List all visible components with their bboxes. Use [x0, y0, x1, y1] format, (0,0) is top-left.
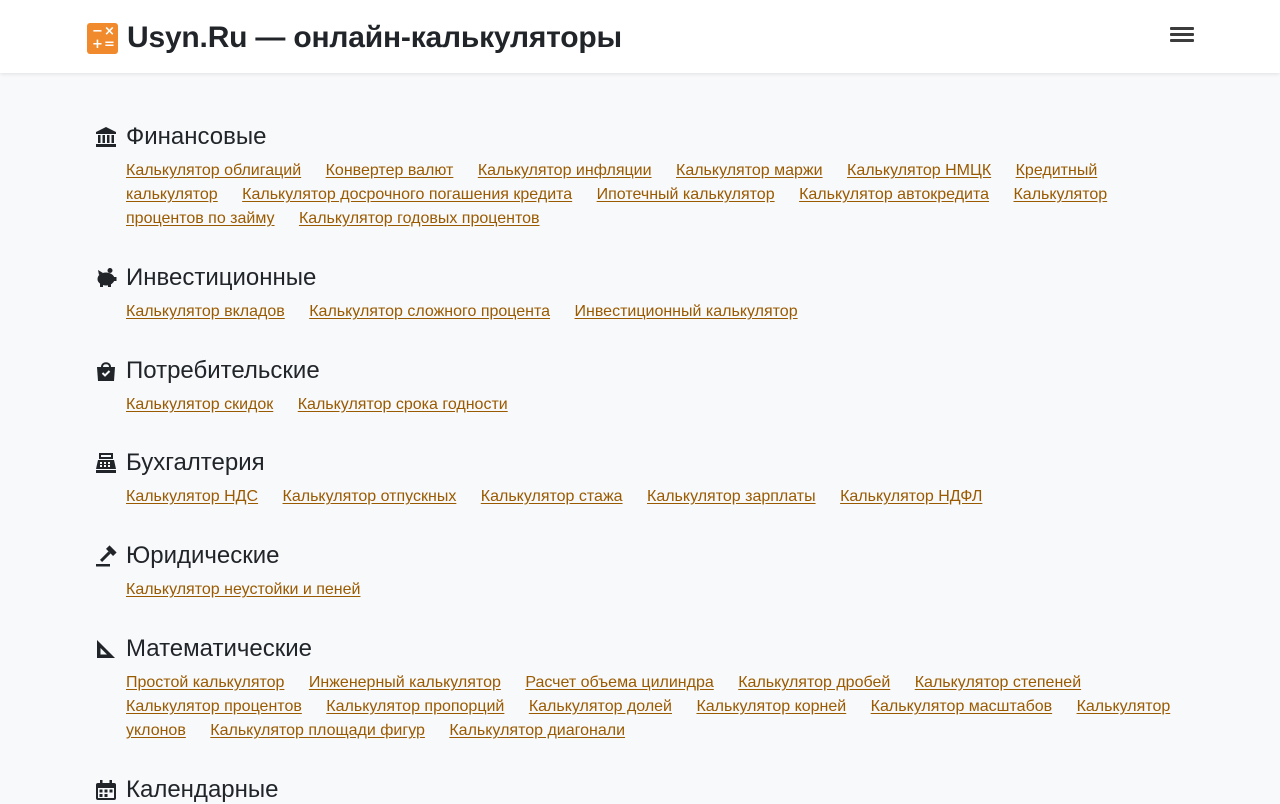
category-links: Калькулятор неустойки и пеней — [126, 578, 1186, 602]
calc-link-currency[interactable]: Конвертер валют — [326, 162, 454, 179]
calc-link-vat[interactable]: Калькулятор НДС — [126, 488, 258, 505]
calc-link-bonds[interactable]: Калькулятор облигаций — [126, 162, 301, 179]
category-title: Математические — [126, 635, 312, 662]
calendar-icon — [95, 779, 117, 801]
category-title: Инвестиционные — [126, 264, 317, 291]
calc-link-percentages[interactable]: Калькулятор процентов — [126, 698, 302, 715]
calc-link-deposits[interactable]: Калькулятор вкладов — [126, 303, 285, 320]
calc-link-inflation[interactable]: Калькулятор инфляции — [478, 162, 652, 179]
shopping-bag-icon — [95, 360, 117, 382]
gavel-icon — [95, 545, 117, 567]
category-title: Юридические — [126, 542, 280, 569]
calc-link-margin[interactable]: Калькулятор маржи — [676, 162, 823, 179]
calc-link-seniority[interactable]: Калькулятор стажа — [481, 488, 623, 505]
category-title: Потребительские — [126, 357, 320, 384]
category-links: Простой калькулятор Инженерный калькулят… — [126, 671, 1186, 743]
calc-link-expiry[interactable]: Калькулятор срока годности — [298, 396, 508, 413]
site-header: − × + = Usyn.Ru — онлайн-калькуляторы — [0, 0, 1280, 73]
calc-link-proportions[interactable]: Калькулятор пропорций — [326, 698, 504, 715]
cash-register-icon — [95, 452, 117, 474]
calc-link-fractions[interactable]: Калькулятор дробей — [738, 674, 890, 691]
category-title: Бухгалтерия — [126, 449, 265, 476]
calc-link-salary[interactable]: Калькулятор зарплаты — [647, 488, 816, 505]
category-links: Калькулятор вкладов Калькулятор сложного… — [126, 300, 1186, 324]
calc-link-nmck[interactable]: Калькулятор НМЦК — [847, 162, 991, 179]
calc-link-shape-area[interactable]: Калькулятор площади фигур — [210, 722, 425, 739]
calc-link-penalties[interactable]: Калькулятор неустойки и пеней — [126, 581, 360, 598]
category-links: Калькулятор облигаций Конвертер валют Ка… — [126, 159, 1186, 231]
calc-link-scales[interactable]: Калькулятор масштабов — [871, 698, 1052, 715]
hamburger-menu-icon[interactable] — [1168, 23, 1196, 45]
calc-link-mortgage[interactable]: Ипотечный калькулятор — [597, 186, 775, 203]
calc-link-vacation-pay[interactable]: Калькулятор отпускных — [283, 488, 457, 505]
category-links: Калькулятор НДС Калькулятор отпускных Ка… — [126, 485, 1186, 509]
calc-link-compound-interest[interactable]: Калькулятор сложного процента — [309, 303, 550, 320]
calc-link-diagonal[interactable]: Калькулятор диагонали — [449, 722, 625, 739]
site-title[interactable]: Usyn.Ru — онлайн-калькуляторы — [127, 21, 622, 55]
calc-link-early-repayment[interactable]: Калькулятор досрочного погашения кредита — [242, 186, 572, 203]
calc-link-roots[interactable]: Калькулятор корней — [696, 698, 846, 715]
calc-link-ndfl[interactable]: Калькулятор НДФЛ — [840, 488, 982, 505]
calc-link-scientific[interactable]: Инженерный калькулятор — [309, 674, 501, 691]
calc-link-annual-interest[interactable]: Калькулятор годовых процентов — [299, 210, 540, 227]
category-title: Финансовые — [126, 123, 267, 150]
category-links: Калькулятор скидок Калькулятор срока год… — [126, 393, 1186, 417]
calc-link-car-loan[interactable]: Калькулятор автокредита — [799, 186, 989, 203]
calc-link-discounts[interactable]: Калькулятор скидок — [126, 396, 273, 413]
brand[interactable]: − × + = Usyn.Ru — онлайн-калькуляторы — [87, 21, 622, 55]
calc-link-simple[interactable]: Простой калькулятор — [126, 674, 284, 691]
calc-link-powers[interactable]: Калькулятор степеней — [915, 674, 1081, 691]
calc-link-cylinder-volume[interactable]: Расчет объема цилиндра — [525, 674, 713, 691]
calc-link-shares[interactable]: Калькулятор долей — [529, 698, 672, 715]
calculator-icon: − × + = — [87, 22, 118, 54]
piggy-bank-icon — [95, 267, 117, 289]
bank-icon — [95, 126, 117, 148]
ruler-triangle-icon — [95, 638, 117, 660]
calc-link-investment[interactable]: Инвестиционный калькулятор — [575, 303, 798, 320]
